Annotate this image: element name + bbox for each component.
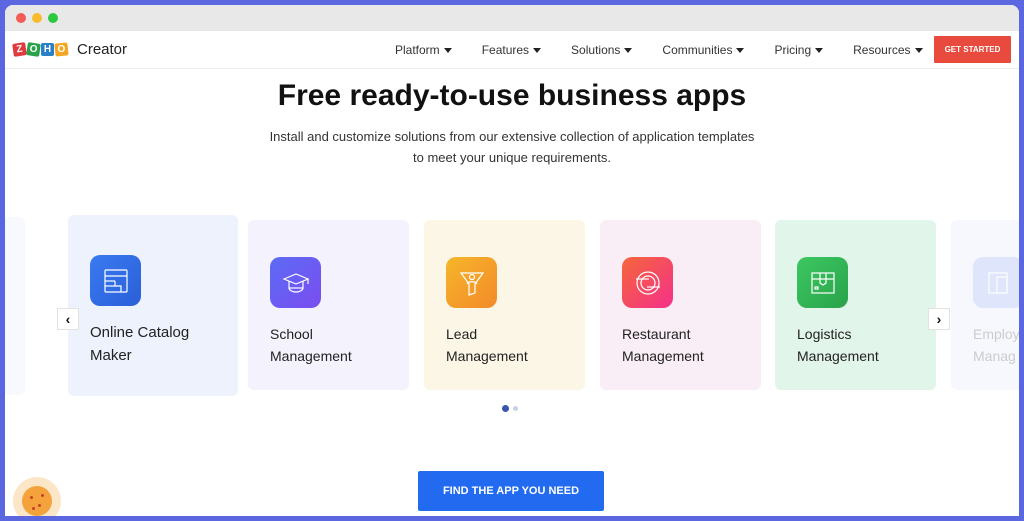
browser-window: Z O H O Creator Platform Features Soluti… (5, 5, 1019, 516)
cookie-crumb (32, 507, 35, 510)
pagination-dot[interactable] (513, 406, 518, 411)
pagination-dot-active[interactable] (502, 405, 509, 412)
main-nav: Platform Features Solutions Communities … (395, 31, 953, 69)
card-title-line: Lead (446, 326, 478, 342)
app-card-school-management[interactable]: School Management (248, 220, 409, 390)
card-title: Lead Management (446, 323, 528, 367)
caret-down-icon (914, 47, 923, 53)
nav-pricing[interactable]: Pricing (774, 43, 824, 57)
app-card-lead-management[interactable]: Lead Management (424, 220, 585, 390)
product-name: Creator (77, 41, 128, 58)
package-icon (797, 257, 848, 308)
chevron-right-icon: › (936, 311, 942, 327)
minimize-window-button[interactable] (32, 13, 42, 23)
close-window-button[interactable] (16, 13, 26, 23)
chevron-left-icon: ‹ (65, 311, 71, 327)
page-title: Free ready-to-use business apps (277, 79, 747, 112)
nav-label: Solutions (571, 43, 621, 57)
nav-label: Features (481, 43, 530, 57)
card-title: Restaurant Management (622, 323, 704, 367)
logo-letter: H (41, 43, 54, 56)
nav-resources[interactable]: Resources (853, 43, 923, 57)
nav-label: Pricing (774, 43, 812, 57)
logo-letter: O (54, 42, 69, 57)
card-title: Employ Manag (973, 323, 1019, 367)
app-card-online-catalog[interactable]: Online Catalog Maker (68, 215, 238, 396)
card-title-line: Management (797, 348, 879, 364)
nav-solutions[interactable]: Solutions (571, 43, 633, 57)
catalog-icon (90, 255, 141, 306)
app-card-restaurant-management[interactable]: Restaurant Management (600, 220, 761, 390)
caret-down-icon (736, 47, 745, 53)
app-card-logistics-management[interactable]: Logistics Management (775, 220, 936, 390)
carousel-next-button[interactable]: › (928, 308, 950, 330)
funnel-user-icon (446, 257, 497, 308)
cookie-crumb (41, 494, 44, 497)
nav-label: Resources (853, 43, 911, 57)
card-title-line: Manag (973, 348, 1016, 364)
card-title-line: Online Catalog (90, 324, 190, 341)
logo-letter: O (26, 42, 41, 57)
nav-label: Communities (662, 43, 733, 57)
card-title-line: School (270, 326, 313, 342)
cookie-crumb (38, 504, 41, 507)
find-app-button[interactable]: FIND THE APP YOU NEED (418, 471, 604, 511)
carousel-pagination (502, 405, 522, 412)
caret-down-icon (624, 47, 633, 53)
cookie-consent-button[interactable] (13, 477, 61, 516)
logo-letter: Z (12, 42, 27, 57)
page-subtitle: Install and customize solutions from our… (269, 129, 755, 165)
card-title: School Management (270, 323, 352, 367)
card-title: Logistics Management (797, 323, 879, 367)
carousel-prev-button[interactable]: ‹ (57, 308, 79, 330)
card-title-line: Management (622, 348, 704, 364)
cookie-icon (22, 486, 52, 516)
card-title-line: Restaurant (622, 326, 691, 342)
cookie-crumb (30, 496, 33, 499)
nav-communities[interactable]: Communities (662, 43, 745, 57)
card-title-line: Management (446, 348, 528, 364)
plate-icon (622, 257, 673, 308)
zoho-logo-icon: Z O H O (12, 42, 69, 57)
caret-down-icon (533, 47, 542, 53)
get-started-button[interactable]: GET STARTED (934, 36, 1011, 63)
card-title-line: Logistics (797, 326, 852, 342)
maximize-window-button[interactable] (48, 13, 58, 23)
zoho-creator-logo[interactable]: Z O H O Creator (12, 41, 128, 58)
graduation-cap-icon (270, 257, 321, 308)
title-bar (5, 5, 1019, 31)
card-title-line: Employ (973, 326, 1019, 342)
top-navigation: Z O H O Creator Platform Features Soluti… (5, 31, 1019, 69)
card-title: Online Catalog Maker (90, 321, 189, 367)
nav-platform[interactable]: Platform (395, 43, 452, 57)
caret-down-icon (815, 47, 824, 53)
partial-card-left (5, 217, 25, 395)
card-title-line: Maker (90, 347, 132, 364)
employee-icon (973, 257, 1019, 308)
caret-down-icon (443, 47, 452, 53)
nav-features[interactable]: Features (481, 43, 542, 57)
nav-label: Platform (395, 43, 440, 57)
card-title-line: Management (270, 348, 352, 364)
app-card-employee-management[interactable]: Employ Manag (951, 220, 1019, 390)
